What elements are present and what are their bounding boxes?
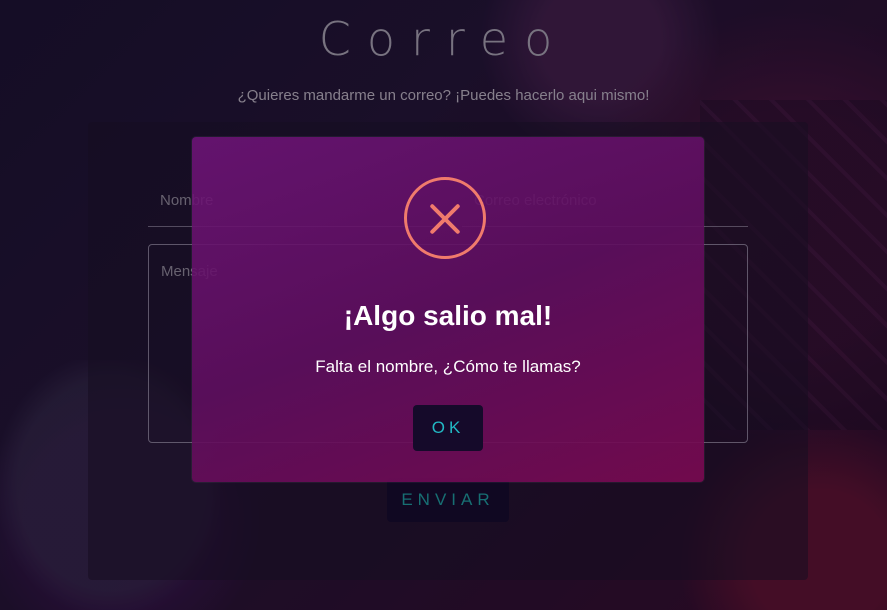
error-dialog: ¡Algo salio mal! Falta el nombre, ¿Cómo … — [192, 137, 704, 482]
error-x-icon — [404, 177, 486, 259]
dialog-message: Falta el nombre, ¿Cómo te llamas? — [315, 357, 581, 376]
ok-button[interactable]: OK — [413, 405, 483, 451]
dialog-title: ¡Algo salio mal! — [343, 300, 553, 331]
